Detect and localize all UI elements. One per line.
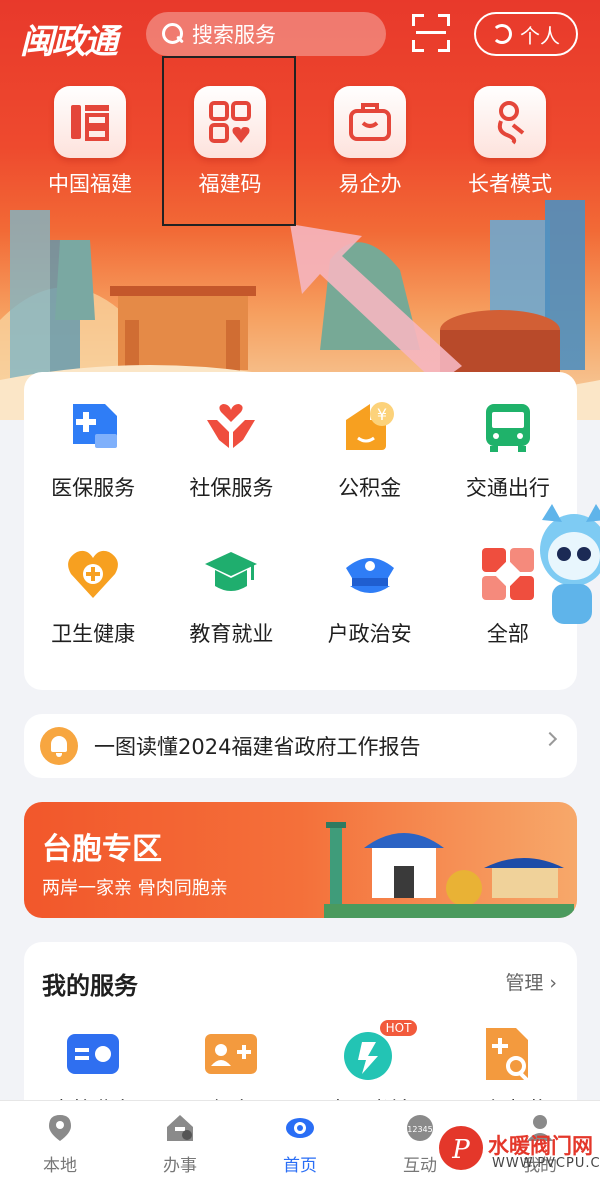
service-label: 卫生健康 xyxy=(51,622,136,646)
hero-header: 闽政通 搜索服务 个人 中国福建 福建码 易企办 长者模式 xyxy=(0,0,600,420)
watermark-logo-icon: P xyxy=(439,1126,483,1170)
top-app-china-fujian[interactable]: 中国福建 xyxy=(20,86,160,198)
my-services-title: 我的服务 xyxy=(42,972,138,1000)
briefcase-icon xyxy=(334,86,406,158)
phone-12345-icon: 12345 xyxy=(405,1113,435,1143)
personal-label: 个人 xyxy=(520,23,560,48)
service-household-security[interactable]: 户政治安 xyxy=(301,546,439,692)
site-watermark: P 水暖阀门网 WWW.PVCPU.COM xyxy=(436,1122,600,1180)
service-education[interactable]: 教育就业 xyxy=(162,546,300,692)
top-app-label: 易企办 xyxy=(338,172,402,196)
library-icon: HOT xyxy=(342,1020,418,1082)
app-logo: 闽政通 xyxy=(20,22,118,62)
nav-local[interactable]: 本地 xyxy=(0,1101,120,1183)
elder-mode-icon xyxy=(474,86,546,158)
banner-title: 台胞专区 xyxy=(42,832,162,867)
search-bar[interactable]: 搜索服务 xyxy=(146,12,386,56)
notice-bar[interactable]: 一图读懂2024福建省政府工作报告 xyxy=(24,714,577,778)
personal-toggle-button[interactable]: 个人 xyxy=(474,12,578,56)
pink-arrow-pointer xyxy=(290,224,462,384)
top-app-label: 中国福建 xyxy=(48,172,132,196)
housing-fund-icon: ¥ xyxy=(342,400,398,456)
manage-link[interactable]: 管理 › xyxy=(505,968,557,995)
search-placeholder: 搜索服务 xyxy=(192,23,276,47)
health-heart-icon xyxy=(65,546,121,602)
hot-badge: HOT xyxy=(379,1020,418,1036)
mascot-character[interactable] xyxy=(522,500,600,640)
nav-services[interactable]: 办事 xyxy=(120,1101,240,1183)
nav-label: 互动 xyxy=(403,1156,437,1176)
bus-icon xyxy=(480,400,536,456)
service-medical-insurance[interactable]: 医保服务 xyxy=(24,400,162,546)
nav-label: 办事 xyxy=(163,1156,197,1176)
service-housing-fund[interactable]: ¥ 公积金 xyxy=(301,400,439,546)
svg-text:¥: ¥ xyxy=(377,405,387,424)
search-icon xyxy=(162,23,184,45)
location-pin-icon xyxy=(45,1113,75,1143)
police-cap-icon xyxy=(342,546,398,602)
service-label: 公积金 xyxy=(338,476,402,500)
switch-icon xyxy=(492,24,512,44)
service-label: 交通出行 xyxy=(465,476,550,500)
service-label: 户政治安 xyxy=(327,622,412,646)
service-grid-card: 医保服务 社保服务 ¥ 公积金 交通出行 卫生健康 教育就业 户政治安 全部 xyxy=(24,372,577,690)
home-logo-icon xyxy=(285,1113,315,1143)
top-app-row: 中国福建 福建码 易企办 长者模式 xyxy=(0,86,600,198)
nav-label: 本地 xyxy=(43,1156,77,1176)
graduation-cap-icon xyxy=(203,546,259,602)
bell-icon xyxy=(40,727,78,765)
banner-subtitle: 两岸一家亲 骨肉同胞亲 xyxy=(42,878,228,899)
top-app-label: 长者模式 xyxy=(468,172,552,196)
medical-search-icon xyxy=(480,1026,536,1082)
service-health[interactable]: 卫生健康 xyxy=(24,546,162,692)
service-social-security[interactable]: 社保服务 xyxy=(162,400,300,546)
svg-text:P: P xyxy=(451,1135,470,1165)
notice-text: 一图读懂2024福建省政府工作报告 xyxy=(94,735,421,759)
landmarks-illustration xyxy=(324,822,574,918)
nav-home[interactable]: 首页 xyxy=(240,1101,360,1183)
hands-heart-icon xyxy=(203,400,259,456)
top-app-elder-mode[interactable]: 长者模式 xyxy=(440,86,580,198)
taiwan-compatriots-banner[interactable]: 台胞专区 两岸一家亲 骨肉同胞亲 xyxy=(24,802,577,918)
id-card-icon xyxy=(65,1026,121,1082)
nav-label: 首页 xyxy=(283,1156,317,1176)
svg-text:12345: 12345 xyxy=(407,1125,432,1134)
watermark-subtext: WWW.PVCPU.COM xyxy=(492,1156,600,1171)
medical-card-icon xyxy=(203,1026,259,1082)
service-label: 医保服务 xyxy=(51,476,136,500)
service-label: 教育就业 xyxy=(189,622,274,646)
fu-character-icon xyxy=(54,86,126,158)
house-service-icon xyxy=(165,1113,195,1143)
top-app-easy-enterprise[interactable]: 易企办 xyxy=(300,86,440,198)
chevron-right-icon xyxy=(542,731,558,747)
highlight-annotation-box xyxy=(162,56,296,226)
service-label: 社保服务 xyxy=(189,476,274,500)
scan-icon[interactable] xyxy=(412,14,450,52)
medical-insurance-icon xyxy=(65,400,121,456)
